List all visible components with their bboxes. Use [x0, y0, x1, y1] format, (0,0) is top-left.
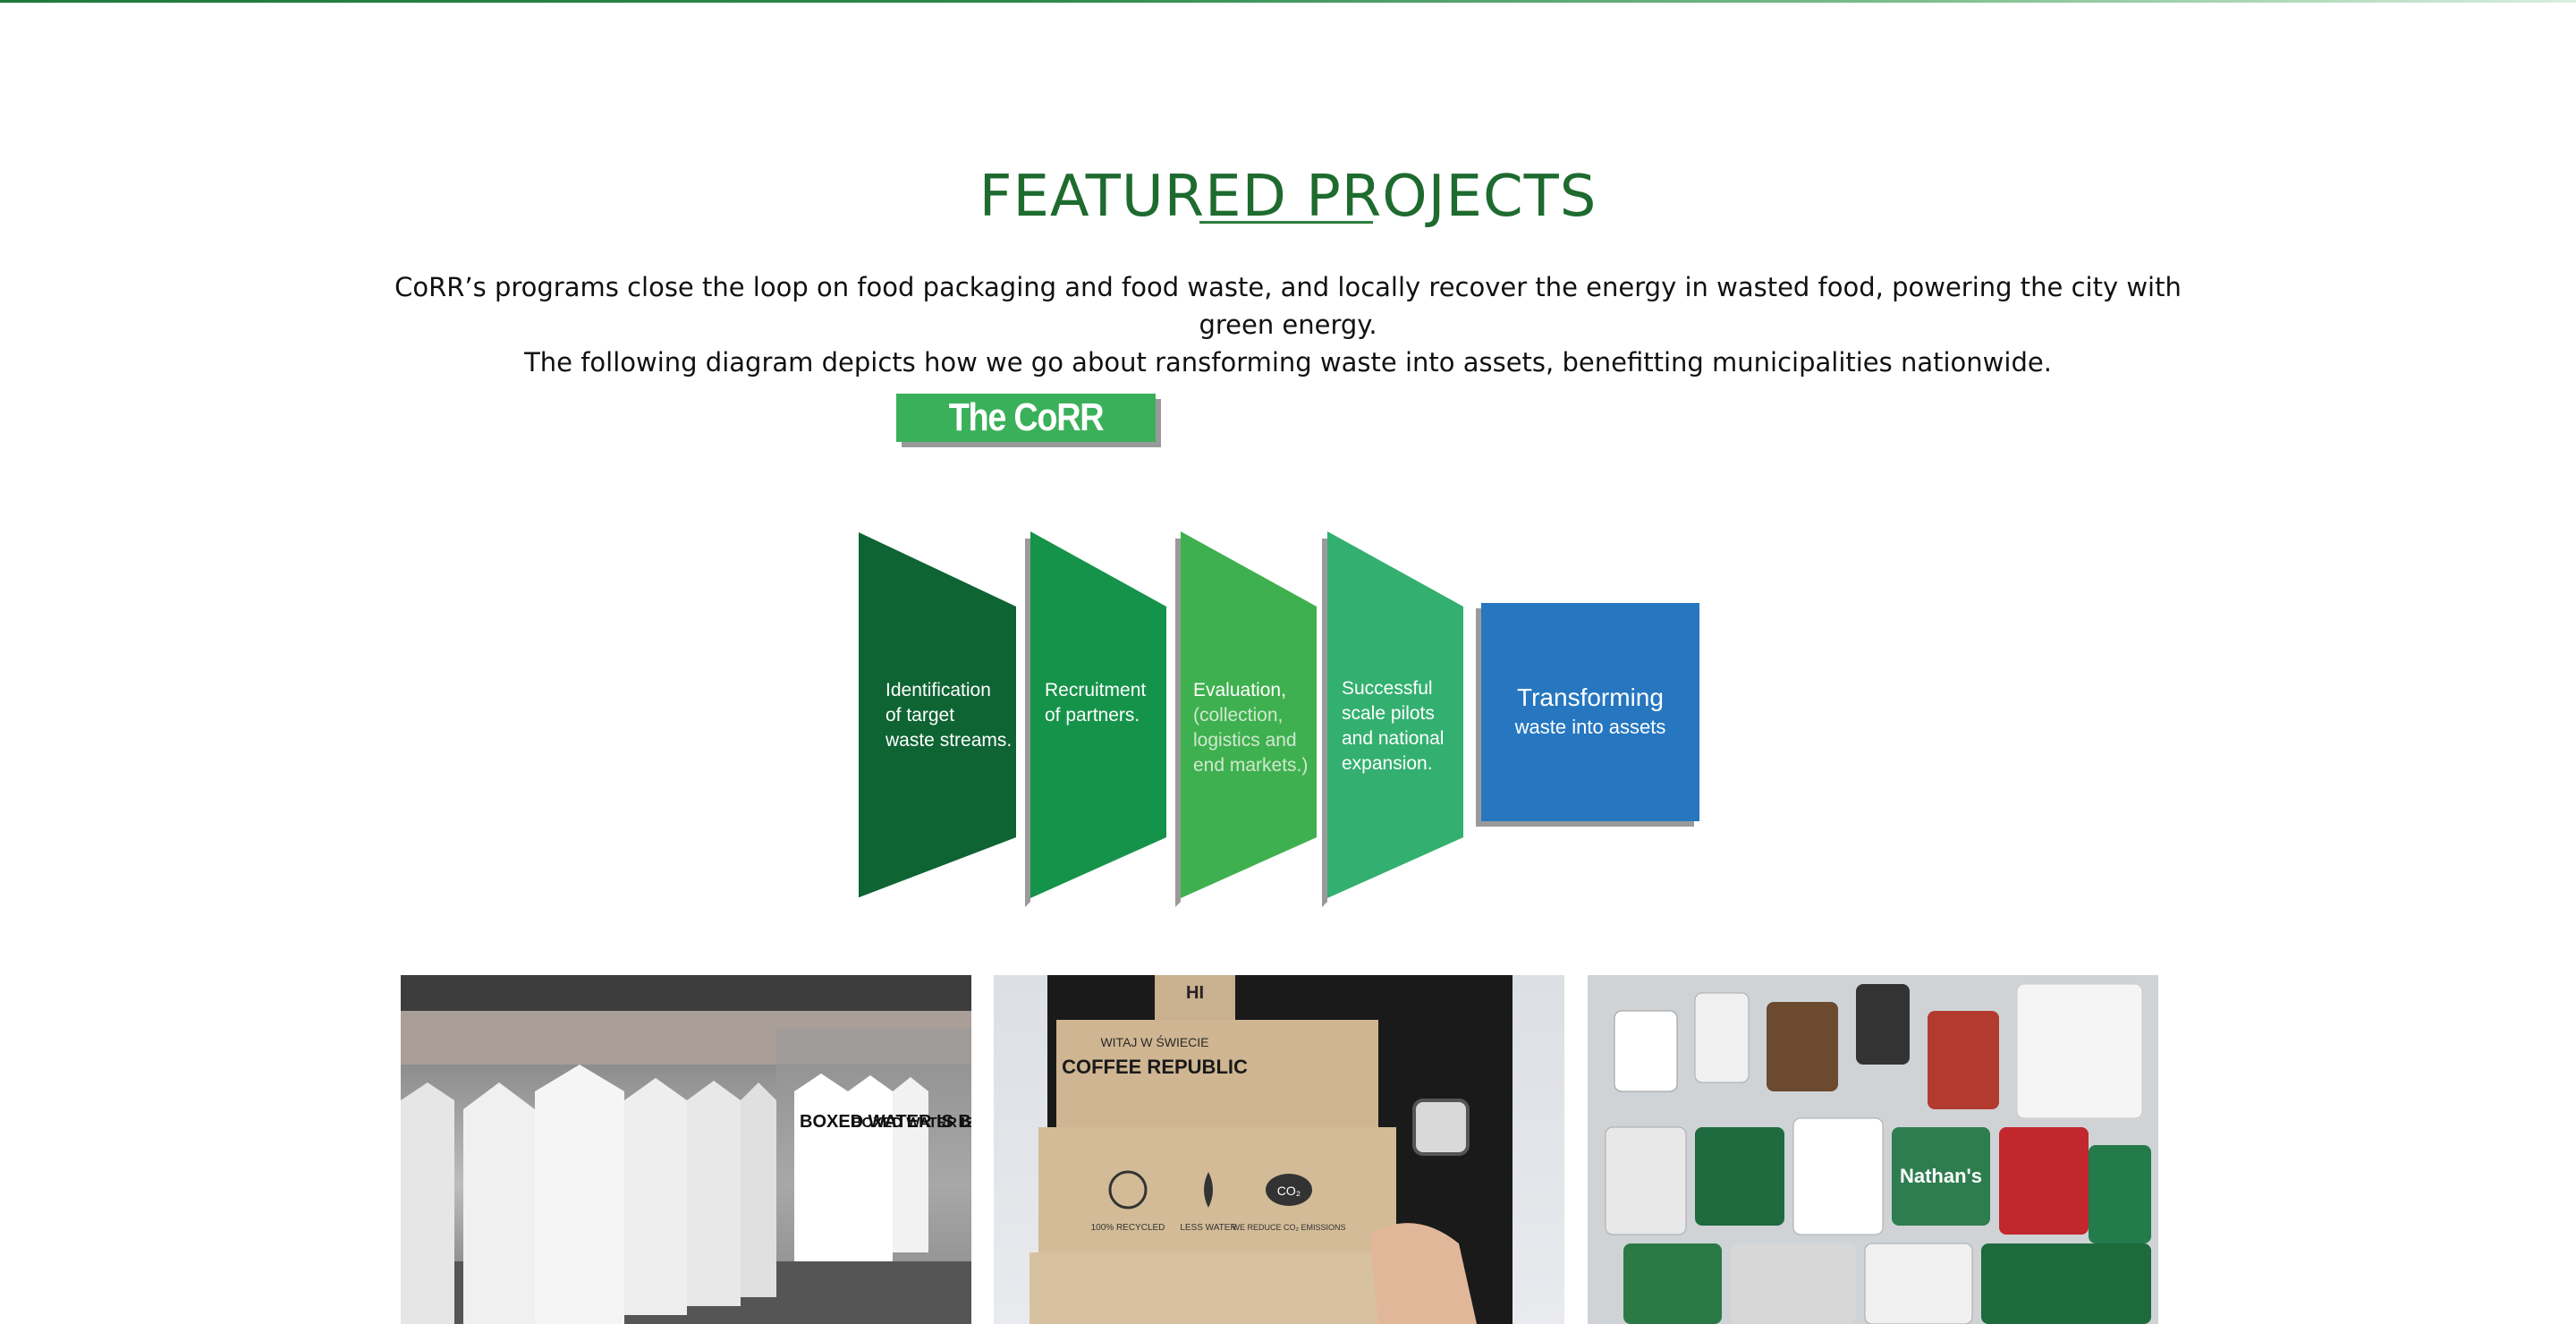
carton-3: [535, 1065, 624, 1324]
intro-line-1: CoRR’s programs close the loop on food p…: [394, 272, 2182, 340]
wristwatch: [1412, 1099, 1470, 1156]
coffee-republic-boxes-illustration: HI WITAJ W ŚWIECIE COFFEE REPUBLIC 100% …: [1030, 975, 1513, 1324]
co2-cloud-icon-caption: WE REDUCE CO₂ EMISSIONS: [1232, 1223, 1345, 1232]
recycle-icon-label: 100% RECYCLED: [1091, 1223, 1165, 1233]
cup-10: [1999, 1127, 2089, 1235]
stage-3-line-1: Evaluation,: [1193, 680, 1286, 700]
disposable-cups-waste-illustration: Nathan's: [1588, 975, 2158, 1324]
carton-2: [463, 1082, 535, 1324]
carton-6: [741, 1082, 776, 1297]
stage-4-line-4: expansion.: [1342, 753, 1433, 774]
stage-2-line-2: of partners.: [1045, 705, 1140, 726]
section-title: FEATURED PROJECTS: [979, 164, 1597, 231]
intro-line-2: The following diagram depicts how we go …: [524, 347, 2052, 378]
stage-1-label: Identification of target waste streams.: [886, 678, 1012, 753]
transform-line-2: waste into assets: [1514, 716, 1666, 738]
featured-projects-page: FEATURED PROJECTS CoRR’s programs close …: [0, 0, 2576, 1324]
stage-4-line-3: and national: [1342, 728, 1445, 749]
nathans-cup-label: Nathan's: [1900, 1165, 1982, 1187]
stage-shadow-2: [1025, 539, 1030, 907]
box-brand: COFFEE REPUBLIC: [1062, 1056, 1248, 1078]
corr-model-badge: The CoRR Model: [896, 394, 1156, 488]
stage-2-label: Recruitment of partners.: [1045, 678, 1146, 728]
corr-model-diagram: Identification of target waste streams. …: [859, 528, 1717, 912]
boxed-water-cartons-illustration: BOXED WATER IS BETTER. BOXED WATER IS BE…: [401, 975, 971, 1324]
cup-11: [2089, 1145, 2151, 1243]
water-drop-icon-label: LESS WATER: [1180, 1223, 1236, 1233]
transform-line-1: Transforming: [1517, 683, 1664, 711]
box-upper-greeting: WITAJ W ŚWIECIE: [1100, 1034, 1208, 1049]
carton-4: [624, 1078, 687, 1315]
intro-text: CoRR’s programs close the loop on food p…: [358, 268, 2218, 381]
stage-3-line-3: logistics and: [1193, 730, 1297, 751]
carton-5: [687, 1081, 741, 1306]
stage-3-line-4: end markets.): [1193, 755, 1309, 776]
corr-model-badge-label: The CoRR Model: [948, 395, 1105, 488]
cup-8: [1792, 1117, 1884, 1235]
cup-2: [1694, 992, 1750, 1083]
carton-label-2: BOXED WATER IS BETTER.: [852, 1116, 971, 1131]
co2-cloud-icon-label: CO₂: [1277, 1184, 1301, 1198]
cup-5: [1928, 1011, 1999, 1109]
stage-2-line-1: Recruitment: [1045, 680, 1147, 700]
boxed-water-cartons-photo[interactable]: BOXED WATER IS BETTER. BOXED WATER IS BE…: [401, 975, 971, 1324]
top-accent-rule: [0, 0, 2576, 3]
disposable-cups-waste-photo[interactable]: Nathan's: [1588, 975, 2158, 1324]
box-bottom: [1030, 1252, 1405, 1324]
stage-1-line-2: of target: [886, 705, 955, 726]
carton-1: [401, 1082, 454, 1324]
stage-3-label: Evaluation, (collection, logistics and e…: [1193, 678, 1308, 778]
carton-7: [794, 1074, 848, 1261]
box-top-label: HI: [1186, 983, 1204, 1003]
plastic-bag: [2016, 983, 2143, 1119]
machine-rail: [401, 975, 971, 1011]
box-middle: [1038, 1127, 1396, 1252]
stage-shadow-3: [1175, 539, 1181, 907]
carton-9: [893, 1077, 928, 1252]
stage-1-line-3: waste streams.: [886, 730, 1013, 751]
cup-13: [1731, 1243, 1856, 1324]
cup-7: [1695, 1127, 1784, 1226]
cup-14: [1864, 1243, 1973, 1324]
cup-1: [1614, 1010, 1678, 1092]
stage-4-label: Successful scale pilots and national exp…: [1342, 676, 1444, 777]
stage-shadow-4: [1322, 539, 1327, 907]
cup-6: [1605, 1126, 1687, 1235]
cup-3: [1767, 1002, 1838, 1091]
stage-1-line-1: Identification: [886, 680, 991, 700]
stage-4-line-2: scale pilots: [1342, 703, 1435, 724]
stage-3-line-2: (collection,: [1193, 705, 1284, 726]
cup-12: [1623, 1243, 1722, 1324]
title-underline: [1199, 221, 1373, 224]
stage-4-line-1: Successful: [1342, 678, 1433, 699]
carton-8: [848, 1075, 893, 1261]
cup-15: [1981, 1243, 2151, 1324]
transform-stage-box: Transforming waste into assets: [1481, 603, 1699, 821]
coffee-republic-boxes-photo[interactable]: HI WITAJ W ŚWIECIE COFFEE REPUBLIC 100% …: [994, 975, 1564, 1324]
cup-4: [1856, 984, 1910, 1065]
